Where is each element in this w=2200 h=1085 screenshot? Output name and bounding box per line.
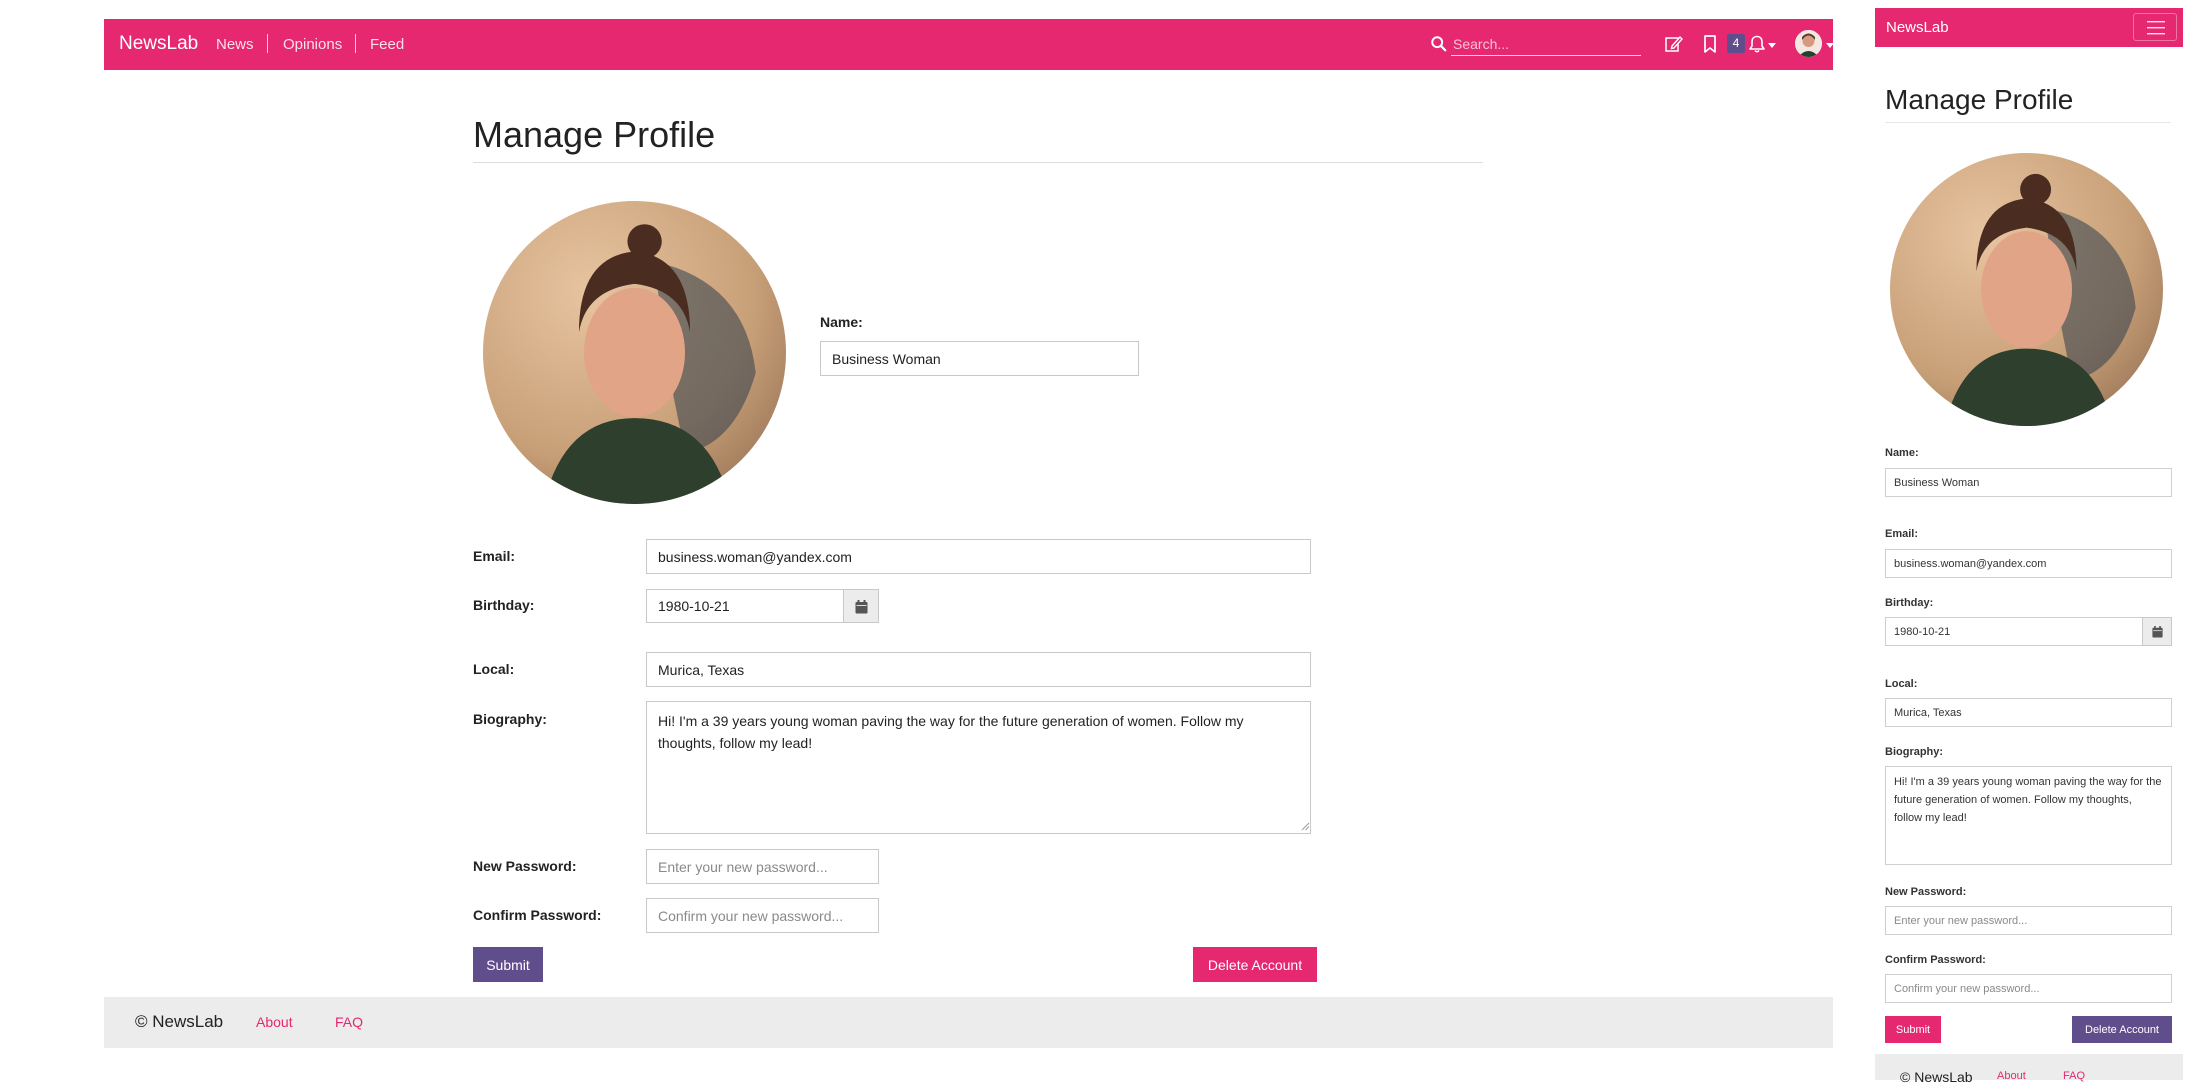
user-menu-caret-icon[interactable]	[1826, 43, 1834, 48]
calendar-icon	[855, 600, 868, 614]
calendar-button[interactable]	[843, 589, 879, 623]
profile-photo[interactable]	[483, 201, 786, 504]
user-avatar[interactable]	[1795, 30, 1822, 57]
mobile-confirm-password-input[interactable]	[1885, 974, 2172, 1003]
nav-separator	[267, 34, 268, 53]
page-title: Manage Profile	[473, 114, 716, 155]
footer-link-faq[interactable]: FAQ	[335, 1014, 363, 1030]
footer: © NewsLab About FAQ	[104, 997, 1833, 1048]
mobile-biography-label: Biography:	[1885, 746, 1944, 758]
mobile-page-title: Manage Profile	[1885, 84, 2074, 115]
mobile-biography-textarea[interactable]: Hi! I'm a 39 years young woman paving th…	[1885, 766, 2172, 865]
mobile-menu-toggle[interactable]	[2133, 13, 2177, 41]
navbar-brand[interactable]: NewsLab	[119, 33, 198, 55]
delete-account-button[interactable]: Delete Account	[1193, 947, 1317, 982]
mobile-local-input[interactable]	[1885, 698, 2172, 727]
bookmark-icon[interactable]	[1700, 34, 1720, 54]
biography-label: Biography:	[473, 711, 547, 727]
confirm-password-input[interactable]	[646, 898, 879, 933]
mobile-footer-link-about[interactable]: About	[1997, 1070, 2026, 1082]
mobile-submit-button[interactable]: Submit	[1885, 1016, 1941, 1043]
email-input[interactable]	[646, 539, 1311, 574]
submit-button[interactable]: Submit	[473, 947, 543, 982]
mobile-email-label: Email:	[1885, 528, 1919, 540]
biography-textarea[interactable]: Hi! I'm a 39 years young woman paving th…	[646, 701, 1311, 834]
mobile-footer: © NewsLab About FAQ	[1875, 1054, 2183, 1085]
mobile-navbar: NewsLab	[1875, 8, 2183, 47]
name-label: Name:	[820, 314, 863, 330]
mobile-local-label: Local:	[1885, 678, 1918, 690]
mobile-footer-link-faq[interactable]: FAQ	[2063, 1070, 2085, 1082]
resize-handle-icon[interactable]	[1301, 822, 1310, 831]
mobile-name-label: Name:	[1885, 447, 1919, 459]
new-password-input[interactable]	[646, 849, 879, 884]
new-password-label: New Password:	[473, 858, 577, 874]
mobile-footer-copyright: © NewsLab	[1900, 1069, 1973, 1085]
nav-link-news[interactable]: News	[216, 36, 254, 53]
mobile-email-input[interactable]	[1885, 549, 2172, 578]
mobile-calendar-button[interactable]	[2142, 617, 2172, 646]
mobile-title-divider	[1885, 122, 2171, 123]
notification-count-badge[interactable]: 4	[1727, 34, 1745, 53]
nav-separator	[355, 34, 356, 53]
local-input[interactable]	[646, 652, 1311, 687]
footer-link-about[interactable]: About	[256, 1014, 293, 1030]
local-label: Local:	[473, 661, 515, 677]
mobile-name-input[interactable]	[1885, 468, 2172, 497]
mobile-birthday-label: Birthday:	[1885, 597, 1934, 609]
mobile-profile-photo[interactable]	[1890, 153, 2163, 426]
mobile-navbar-brand[interactable]: NewsLab	[1886, 19, 1949, 36]
mobile-new-password-label: New Password:	[1885, 886, 1967, 898]
mobile-new-password-input[interactable]	[1885, 906, 2172, 935]
name-input[interactable]	[820, 341, 1139, 376]
mobile-delete-account-button[interactable]: Delete Account	[2072, 1016, 2172, 1043]
edit-icon[interactable]	[1664, 34, 1684, 54]
hamburger-menu-icon	[2147, 21, 2165, 35]
calendar-icon	[2152, 626, 2163, 638]
search-input[interactable]	[1451, 32, 1641, 56]
nav-link-feed[interactable]: Feed	[370, 36, 404, 53]
confirm-password-label: Confirm Password:	[473, 907, 602, 923]
notifications-dropdown-caret-icon[interactable]	[1768, 43, 1776, 48]
title-divider	[473, 162, 1483, 163]
birthday-input[interactable]	[646, 589, 844, 623]
search-icon[interactable]	[1430, 35, 1448, 53]
top-navbar: NewsLab News Opinions Feed 4	[104, 19, 1834, 70]
mobile-birthday-input[interactable]	[1885, 617, 2143, 646]
nav-link-opinions[interactable]: Opinions	[283, 36, 342, 53]
mobile-confirm-password-label: Confirm Password:	[1885, 954, 1986, 966]
birthday-label: Birthday:	[473, 597, 535, 613]
footer-copyright: © NewsLab	[135, 1012, 224, 1031]
email-label: Email:	[473, 548, 516, 564]
bell-icon[interactable]	[1747, 34, 1767, 54]
